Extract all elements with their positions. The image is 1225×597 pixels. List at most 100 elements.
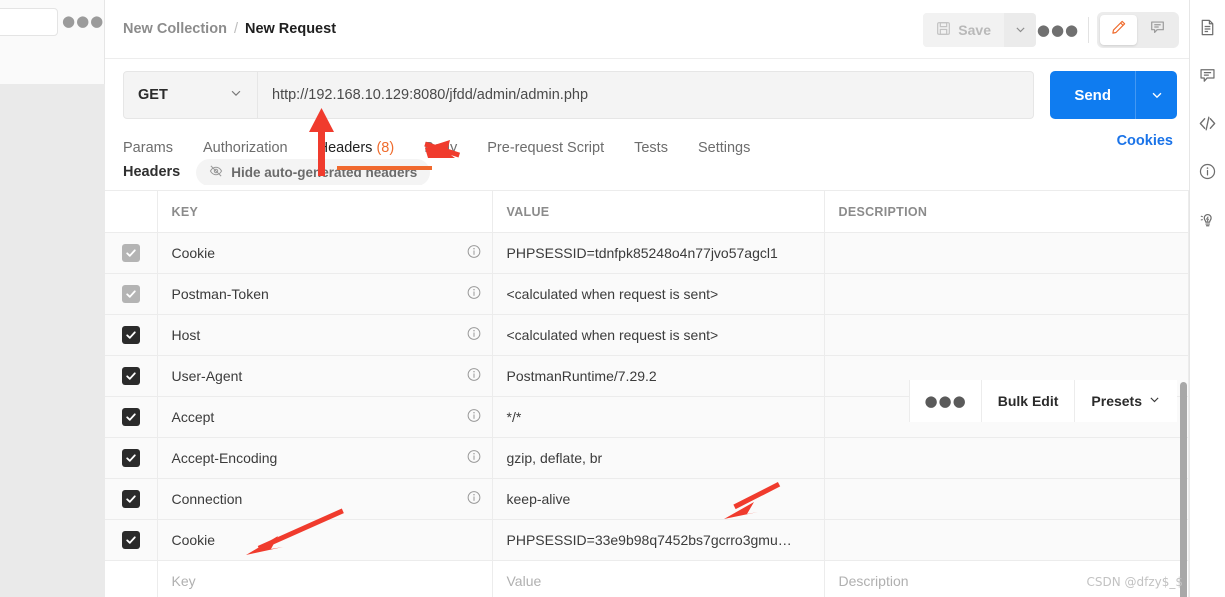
info-circle-icon[interactable] xyxy=(466,367,482,386)
chevron-down-icon xyxy=(1148,393,1161,409)
save-dropdown-caret[interactable] xyxy=(1004,12,1036,47)
row-description-cell[interactable] xyxy=(824,273,1189,315)
row-checkbox-cell[interactable] xyxy=(105,478,158,520)
table-row[interactable]: Accept-Encoding gzip, deflate, br xyxy=(105,437,1189,479)
row-value-cell[interactable]: */* xyxy=(492,396,825,438)
info-circle-icon[interactable] xyxy=(466,490,482,509)
breadcrumb-request[interactable]: New Request xyxy=(245,21,336,37)
checkbox-icon[interactable] xyxy=(121,326,140,344)
checkbox-icon[interactable] xyxy=(121,531,140,549)
document-icon[interactable] xyxy=(1197,16,1219,38)
row-key-cell[interactable]: Cookie xyxy=(157,519,493,561)
checkbox-icon[interactable] xyxy=(121,367,140,385)
chevron-down-icon xyxy=(229,86,243,104)
save-button[interactable]: Save xyxy=(923,12,1004,47)
tab-tests[interactable]: Tests xyxy=(634,140,668,156)
tab-label: Tests xyxy=(634,140,668,156)
sidebar-search-input[interactable] xyxy=(0,8,58,36)
col-checkbox xyxy=(105,190,158,233)
left-sidebar-partial: ●●● xyxy=(0,0,105,597)
row-value: gzip, deflate, br xyxy=(506,450,603,466)
info-circle-icon[interactable] xyxy=(466,449,482,468)
info-circle-icon[interactable] xyxy=(466,326,482,345)
row-key-cell[interactable]: Host xyxy=(157,314,493,356)
info-circle-icon[interactable] xyxy=(466,244,482,263)
new-row-description-placeholder: Description xyxy=(838,573,909,589)
hide-auto-generated-headers-button[interactable]: Hide auto-generated headers xyxy=(196,159,431,185)
row-description-cell[interactable] xyxy=(824,232,1189,274)
code-icon[interactable] xyxy=(1197,112,1219,134)
row-checkbox-cell[interactable] xyxy=(105,273,158,315)
row-value-cell[interactable]: <calculated when request is sent> xyxy=(492,273,825,315)
headers-table-head: KEY VALUE DESCRIPTION xyxy=(105,190,1189,233)
row-checkbox-cell[interactable] xyxy=(105,396,158,438)
cookies-link[interactable]: Cookies xyxy=(1117,133,1173,149)
table-new-row[interactable]: Key Value Description xyxy=(105,560,1189,597)
tab-authorization[interactable]: Authorization xyxy=(203,140,288,156)
floppy-disk-icon xyxy=(936,21,951,39)
comment-toggle-button[interactable] xyxy=(1139,15,1176,45)
sidebar-more-icon[interactable]: ●●● xyxy=(62,14,104,29)
headers-subheader: Headers Hide auto-generated headers xyxy=(123,159,431,185)
row-checkbox-cell[interactable] xyxy=(105,437,158,479)
row-key: Connection xyxy=(171,491,243,507)
row-checkbox-cell[interactable] xyxy=(105,232,158,274)
row-key-cell[interactable]: Postman-Token xyxy=(157,273,493,315)
table-vertical-scrollbar[interactable] xyxy=(1180,382,1187,597)
new-row-value-cell[interactable]: Value xyxy=(492,560,825,597)
row-value-cell[interactable]: PHPSESSID=33e9b98q7452bs7gcrro3gmu… xyxy=(492,519,825,561)
tab-params[interactable]: Params xyxy=(123,140,173,156)
send-button[interactable]: Send xyxy=(1050,71,1135,119)
row-checkbox-cell[interactable] xyxy=(105,355,158,397)
table-row[interactable]: Connection keep-alive xyxy=(105,478,1189,520)
edit-toggle-button[interactable] xyxy=(1100,14,1137,45)
row-key-cell[interactable]: Accept-Encoding xyxy=(157,437,493,479)
checkbox-icon[interactable] xyxy=(121,449,140,467)
bulk-edit-button[interactable]: Bulk Edit xyxy=(980,380,1075,422)
checkbox-icon[interactable] xyxy=(121,244,140,262)
send-dropdown-caret[interactable] xyxy=(1135,71,1177,119)
tab-headers[interactable]: Headers (8) xyxy=(318,140,395,156)
lightbulb-icon[interactable] xyxy=(1197,208,1219,230)
table-row[interactable]: Cookie PHPSESSID=tdnfpk85248o4n77jvo57agc… xyxy=(105,232,1189,274)
checkbox-icon[interactable] xyxy=(121,490,140,508)
row-key-cell[interactable]: Accept xyxy=(157,396,493,438)
save-label: Save xyxy=(958,21,991,38)
row-checkbox-cell[interactable] xyxy=(105,519,158,561)
row-value-cell[interactable]: gzip, deflate, br xyxy=(492,437,825,479)
method-select[interactable]: GET xyxy=(123,71,258,119)
tab-body[interactable]: Body xyxy=(424,140,457,156)
row-value-cell[interactable]: PostmanRuntime/7.29.2 xyxy=(492,355,825,397)
url-input[interactable]: http://192.168.10.129:8080/jfdd/admin/ad… xyxy=(258,71,1035,119)
row-key-cell[interactable]: Cookie xyxy=(157,232,493,274)
table-row[interactable]: Host <calculated when request is sent> xyxy=(105,314,1189,356)
breadcrumb-collection[interactable]: New Collection xyxy=(123,21,227,37)
presets-button[interactable]: Presets xyxy=(1074,380,1177,422)
row-key-cell[interactable]: Connection xyxy=(157,478,493,520)
row-description-cell[interactable] xyxy=(824,519,1189,561)
comment-icon[interactable] xyxy=(1197,64,1219,86)
row-value-cell[interactable]: keep-alive xyxy=(492,478,825,520)
header-more-icon[interactable]: ●●● xyxy=(1036,13,1080,47)
watermark: CSDN @dfzy$_$ xyxy=(1086,575,1183,589)
tab-pre-request-script[interactable]: Pre-request Script xyxy=(487,140,604,156)
presets-label: Presets xyxy=(1091,393,1142,409)
row-key-cell[interactable]: User-Agent xyxy=(157,355,493,397)
header-actions: Save ●●● xyxy=(923,0,1179,59)
table-row[interactable]: Cookie PHPSESSID=33e9b98q7452bs7gcrro3gmu… xyxy=(105,519,1189,561)
row-description-cell[interactable] xyxy=(824,478,1189,520)
info-circle-icon[interactable] xyxy=(466,408,482,427)
checkbox-icon[interactable] xyxy=(121,285,140,303)
row-value-cell[interactable]: PHPSESSID=tdnfpk85248o4n77jvo57agcl1 xyxy=(492,232,825,274)
table-more-icon[interactable]: ●●● xyxy=(909,380,981,422)
new-row-key-cell[interactable]: Key xyxy=(157,560,493,597)
tab-settings[interactable]: Settings xyxy=(698,140,750,156)
row-checkbox-cell[interactable] xyxy=(105,314,158,356)
row-description-cell[interactable] xyxy=(824,314,1189,356)
info-circle-icon[interactable] xyxy=(1197,160,1219,182)
table-row[interactable]: Postman-Token <calculated when request is… xyxy=(105,273,1189,315)
row-value-cell[interactable]: <calculated when request is sent> xyxy=(492,314,825,356)
checkbox-icon[interactable] xyxy=(121,408,140,426)
info-circle-icon[interactable] xyxy=(466,285,482,304)
row-description-cell[interactable] xyxy=(824,437,1189,479)
